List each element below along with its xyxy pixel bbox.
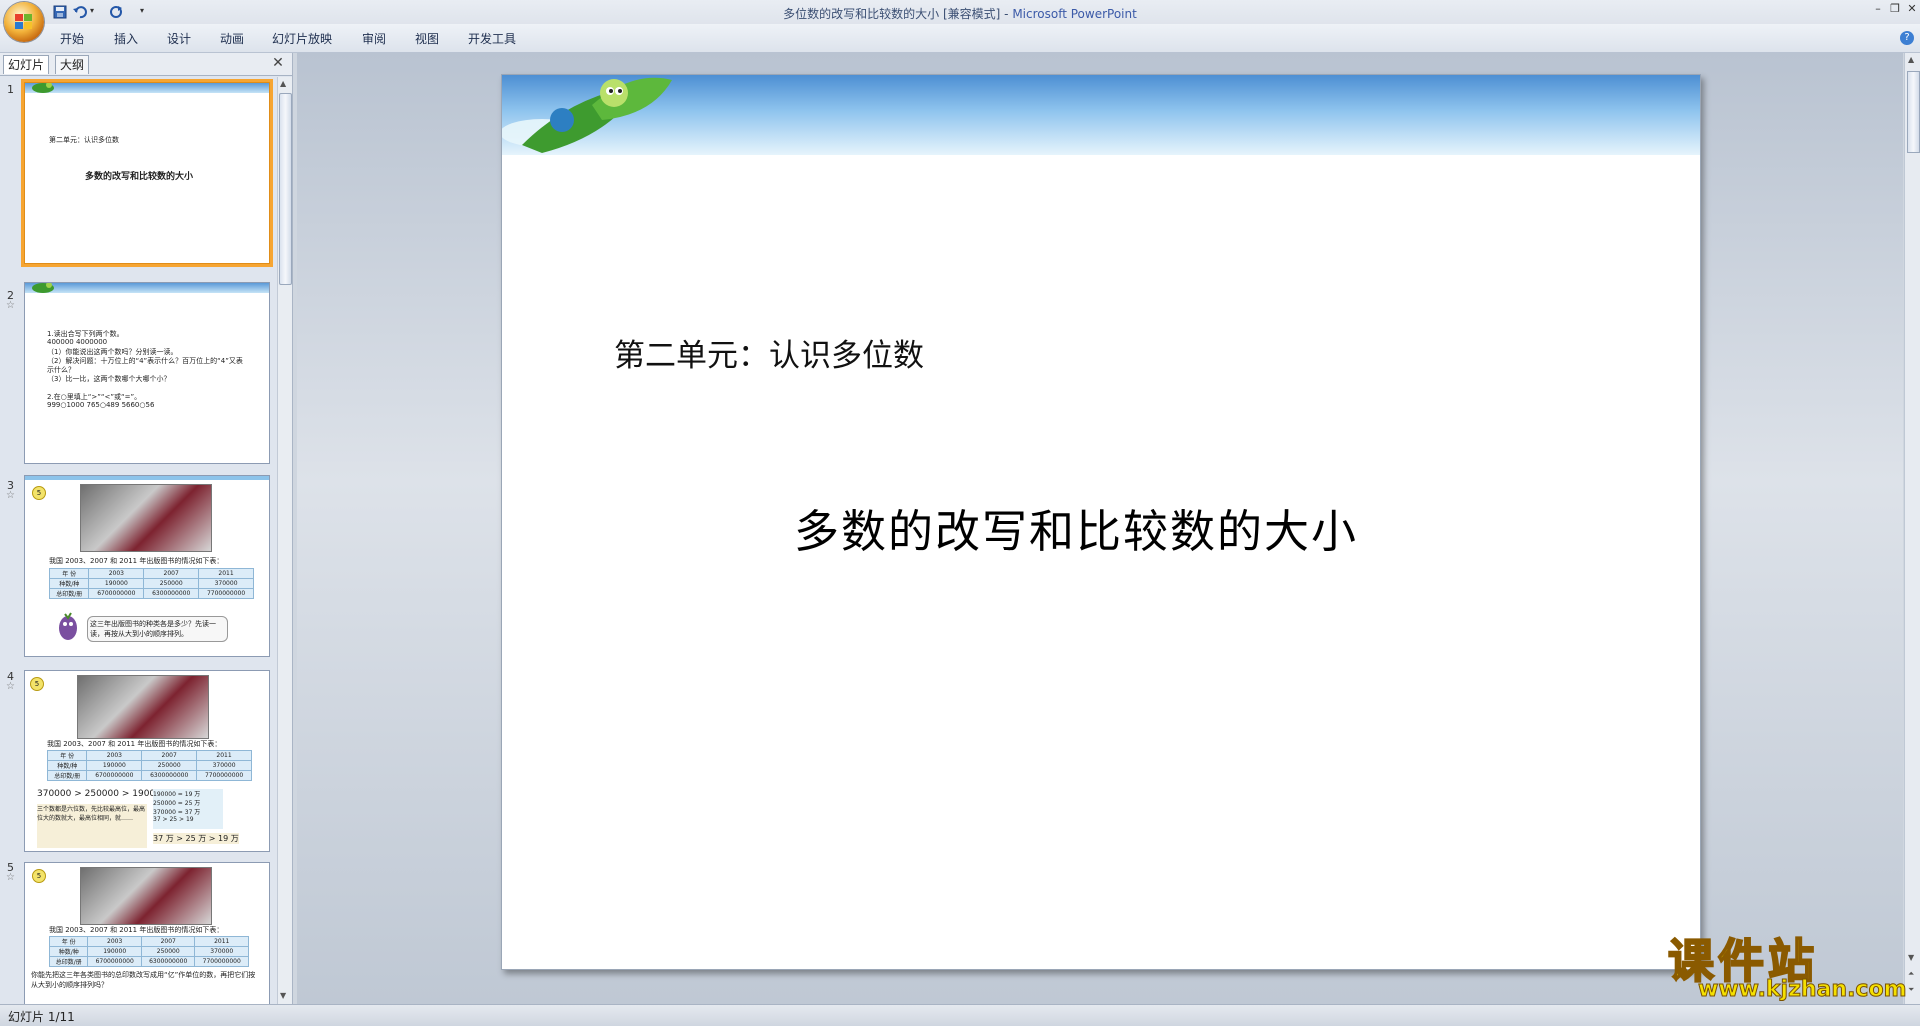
previous-slide-icon[interactable]: ⏶ [1908, 969, 1914, 979]
main-scrollbar[interactable]: ▲ ▼ ⏶ ⏷ [1904, 53, 1920, 1004]
compare-line: 370000 > 250000 > 190000 [37, 789, 167, 799]
tab-view[interactable]: 视图 [415, 30, 439, 47]
thumbnail-number: 1 [7, 83, 14, 96]
close-pane-icon[interactable]: ✕ [270, 55, 286, 71]
bookstore-photo [80, 484, 212, 552]
tab-home[interactable]: 开始 [60, 30, 84, 47]
slide-thumbnail-5[interactable]: 5 我国 2003、2007 和 2011 年出版图书的情况如下表： 年 份 20… [24, 862, 270, 1004]
document-title: 多位数的改写和比较数的大小 [兼容模式] - [783, 7, 1013, 21]
thumb-line: 999○1000 765○489 5660○56 [47, 401, 155, 409]
window-title: 多位数的改写和比较数的大小 [兼容模式] - Microsoft PowerPo… [0, 5, 1920, 22]
bookstore-photo [77, 675, 209, 739]
thumb-top-bar [25, 476, 269, 480]
thumb-table: 年 份 2003 2007 2011 种数/种 190000 250000 370000 总… [48, 568, 254, 599]
slide-subtitle[interactable]: 第二单元：认识多位数 [614, 330, 924, 375]
thumbnail-list: 1 第二单元：认识多位数 多数的改写和比较数的大小 2 ☆ 1.读出合写下列两个… [0, 77, 276, 1004]
thumb-caption: 我国 2003、2007 和 2011 年出版图书的情况如下表： [49, 926, 224, 934]
tab-design[interactable]: 设计 [167, 30, 191, 47]
leaf-icon [32, 283, 54, 293]
thumb-line: 400000 4000000 [47, 338, 108, 346]
restore-icon[interactable]: ❐ [1887, 2, 1903, 16]
watermark-url: www.kjzhan.com [1698, 977, 1908, 1003]
tab-insert[interactable]: 插入 [114, 30, 138, 47]
thumb-table: 年 份 2003 2007 2011 种数/种 190000 250000 370000 总… [46, 750, 252, 781]
thumb-sky [25, 283, 269, 293]
tab-slideshow[interactable]: 幻灯片放映 [272, 30, 332, 47]
thumb-line: （2）解决问题：十万位上的“4”表示什么？百万位上的“4”又表 [47, 357, 243, 365]
scroll-down-icon[interactable]: ▼ [1908, 953, 1914, 962]
minimize-icon[interactable]: – [1870, 2, 1886, 16]
slide-title[interactable]: 多数的改写和比较数的大小 [794, 495, 1358, 560]
scrollbar-thumb[interactable] [1907, 71, 1920, 153]
explanation-note: 三个数都是六位数，先比较最高位，最高位大的数就大，最高位相同，就…… [37, 804, 147, 848]
thumb-question: 你能先把这三年各类图书的总印数改写成用“亿”作单位的数，再把它们按从大到小的顺序… [31, 971, 256, 989]
slide-editing-area: 第二单元：认识多位数 多数的改写和比较数的大小 [297, 53, 1903, 1004]
tab-developer[interactable]: 开发工具 [468, 30, 516, 47]
transition-star-icon: ☆ [6, 300, 15, 311]
next-slide-icon[interactable]: ⏷ [1908, 985, 1914, 995]
slide-thumbnail-1[interactable]: 第二单元：认识多位数 多数的改写和比较数的大小 [24, 82, 270, 264]
thumb-caption: 我国 2003、2007 和 2011 年出版图书的情况如下表： [49, 557, 224, 565]
pane-tabs: 幻灯片 大纲 ✕ [0, 53, 292, 76]
thumb-table: 年 份 2003 2007 2011 种数/种 190000 250000 370000 总… [48, 936, 249, 967]
scroll-up-icon[interactable]: ▲ [280, 79, 286, 88]
tab-review[interactable]: 审阅 [362, 30, 386, 47]
close-icon[interactable]: ✕ [1904, 2, 1920, 16]
slide-thumbnail-4[interactable]: 5 我国 2003、2007 和 2011 年出版图书的情况如下表： 年 份 20… [24, 670, 270, 852]
watermark-logo: 课件站 www.kjzhan.com [1667, 925, 1907, 1003]
result-line: 37 万 > 25 万 > 19 万 [153, 833, 239, 844]
slide-canvas[interactable]: 第二单元：认识多位数 多数的改写和比较数的大小 [501, 74, 1701, 970]
leaf-icon [32, 83, 54, 93]
speech-bubble: 这三年出版图书的种类各是多少？先读一读，再按从大到小的顺序排列。 [87, 616, 228, 642]
tab-slides[interactable]: 幻灯片 [3, 55, 50, 74]
thumb-line: （3）比一比，这两个数哪个大哪个小？ [47, 375, 171, 383]
slide-thumbnail-3[interactable]: 5 我国 2003、2007 和 2011 年出版图书的情况如下表： 年 份 20… [24, 475, 270, 657]
thumb-title: 多数的改写和比较数的大小 [85, 172, 194, 182]
badge-icon: 5 [32, 869, 46, 883]
scroll-up-icon[interactable]: ▲ [1908, 55, 1914, 64]
conversion-box: 190000 = 19 万 250000 = 25 万 370000 = 37 … [153, 789, 223, 829]
bookstore-photo [80, 867, 212, 925]
thumbnail-scrollbar[interactable]: ▲ ▼ [277, 77, 292, 1004]
scrollbar-thumb[interactable] [279, 93, 292, 285]
scroll-down-icon[interactable]: ▼ [280, 991, 286, 1000]
cartoon-character-icon [59, 612, 77, 640]
transition-star-icon: ☆ [6, 872, 15, 883]
tab-animations[interactable]: 动画 [220, 30, 244, 47]
app-name: Microsoft PowerPoint [1012, 7, 1137, 21]
slides-pane: 幻灯片 大纲 ✕ 1 第二单元：认识多位数 多数的改写和比较数的大小 2 ☆ 1… [0, 53, 293, 1004]
help-icon[interactable]: ? [1900, 31, 1914, 45]
slide-counter: 幻灯片 1/11 [8, 1010, 75, 1024]
office-button[interactable] [4, 2, 44, 42]
badge-icon: 5 [32, 486, 46, 500]
slide-thumbnail-2[interactable]: 1.读出合写下列两个数。 400000 4000000 （1）你能说出这两个数吗… [24, 282, 270, 464]
thumb-subtitle: 第二单元：认识多位数 [49, 136, 119, 144]
transition-star-icon: ☆ [6, 681, 15, 692]
ribbon-tab-row: 开始 插入 设计 动画 幻灯片放映 审阅 视图 开发工具 [0, 24, 1920, 53]
status-bar: 幻灯片 1/11 [0, 1004, 1920, 1026]
leaf-character-icon [502, 77, 672, 153]
thumb-caption: 我国 2003、2007 和 2011 年出版图书的情况如下表： [47, 740, 222, 748]
tab-outline[interactable]: 大纲 [55, 55, 90, 74]
office-logo-icon [15, 14, 32, 29]
transition-star-icon: ☆ [6, 490, 15, 501]
title-bar: ▾ ▾ 多位数的改写和比较数的大小 [兼容模式] - Microsoft Pow… [0, 0, 1920, 24]
thumb-sky [25, 83, 269, 93]
badge-icon: 5 [30, 677, 44, 691]
